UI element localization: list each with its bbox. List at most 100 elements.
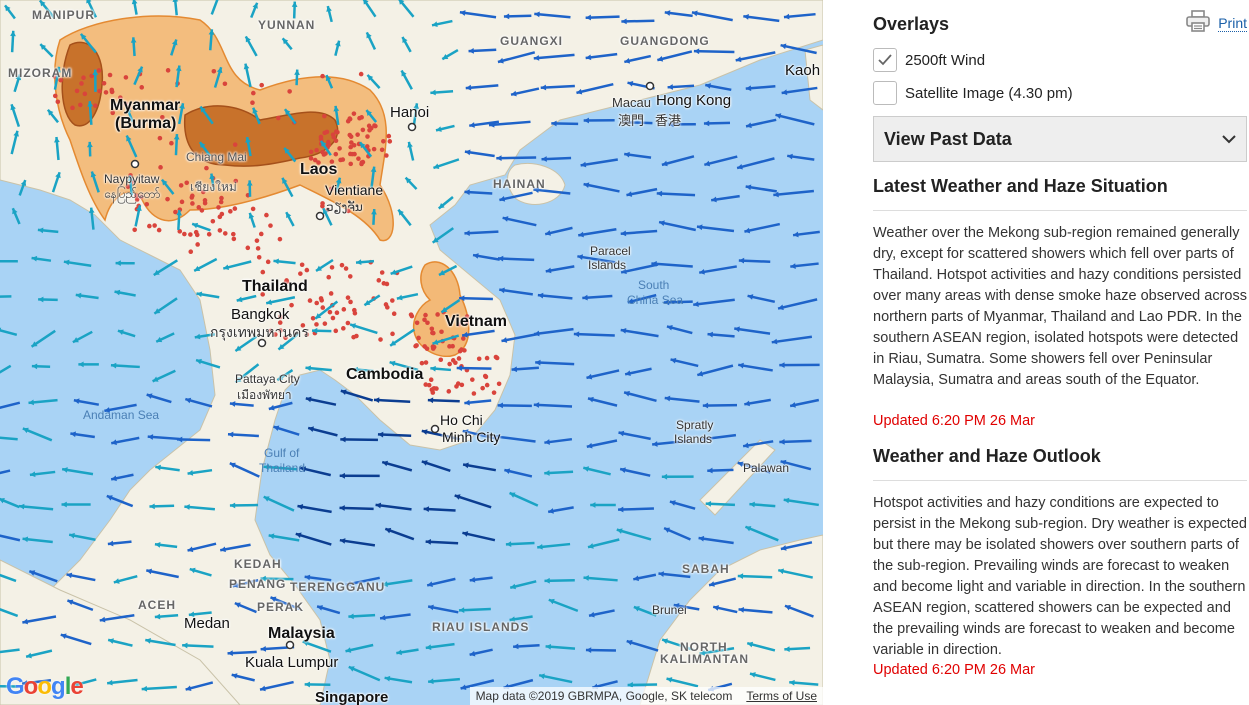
wind-arrow-head [511,366,518,373]
hotspot-dot [133,193,139,198]
hotspot-dot [341,307,347,312]
hotspot-dot [386,133,392,139]
hotspot-dot [152,223,157,228]
hotspot-dot [260,269,266,275]
wind-arrow [696,225,735,233]
wind-arrow [620,263,659,274]
wind-arrow [497,257,535,262]
overlay-satellite-toggle[interactable]: Satellite Image (4.30 pm) [873,81,1073,105]
hotspot-dot [413,343,418,349]
wind-arrow-head [668,121,674,128]
satellite-checkbox[interactable] [873,81,897,105]
wind-checkbox[interactable] [873,48,897,72]
print-label[interactable]: Print [1218,15,1247,32]
hotspot-dot [110,110,116,116]
wind-arrow-head [541,156,547,162]
hotspot-dot [284,278,289,283]
hotspot-dot [457,348,463,354]
hotspot-dot [348,134,354,139]
hotspot-dot [387,139,393,144]
hotspot-dot [217,228,223,233]
hotspot-dot [390,298,395,303]
weather-map[interactable]: MANIPUR MIZORAM YUNNAN GUANGXI GUANGDONG… [0,0,823,705]
hotspot-dot [426,382,432,388]
view-past-data-label[interactable]: View Past Data [884,129,1012,150]
hotspot-dot [343,266,349,271]
map-canvas[interactable] [0,0,823,705]
hotspot-dot [345,320,351,326]
wind-arrow [618,507,654,511]
hotspot-dot [471,391,477,396]
wind-arrow [658,220,697,232]
hotspot-dot [260,292,265,297]
hotspot-dot [408,312,414,317]
hotspot-dot [416,335,421,341]
overlay-wind-toggle[interactable]: 2500ft Wind [873,48,985,72]
wind-arrow-head [779,439,785,445]
wind-arrow [533,327,574,336]
wind-arrow-head [423,506,430,513]
hotspot-dot [169,140,174,146]
hotspot-dot [277,236,283,242]
hotspot-dot [480,385,485,391]
view-past-data-dropdown[interactable]: View Past Data [873,116,1247,162]
hotspot-dot [339,262,345,268]
hotspot-dot [232,206,238,211]
latest-updated-timestamp: Updated 6:20 PM 26 Mar [873,413,1036,429]
hotspot-dot [424,346,430,351]
hotspot-dot [268,328,274,334]
hotspot-dot [428,377,434,383]
printer-icon[interactable] [1186,10,1211,37]
wind-arrow-head [513,643,519,650]
wind-arrow-head [339,505,345,511]
wind-arrow-head [537,543,543,550]
hotspot-dot [216,205,221,210]
print-button[interactable]: Print [1186,10,1247,37]
hotspot-dot [147,223,152,229]
hotspot-dot [218,199,224,205]
wind-arrow [734,327,771,335]
map-attribution-text: Map data ©2019 GBRMPA, Google, SK teleco… [475,689,733,703]
hotspot-dot [447,344,452,349]
hotspot-dot [431,330,436,336]
hotspot-dot [325,142,331,147]
wind-arrow-head [618,506,624,513]
naypyitaw-marker [130,159,140,169]
wind-arrow [573,332,615,337]
hotspot-dot [494,355,500,361]
wind-arrow [775,113,815,126]
hotspot-dot [322,113,327,119]
wind-arrow-head [707,467,713,474]
wind-arrow [454,494,492,509]
hotspot-dot [231,236,237,242]
hotspot-dot [456,321,461,327]
hotspot-dot [351,142,357,148]
hotspot-dot [383,302,389,307]
wind-arrow [494,435,536,443]
hotspot-dot [156,227,162,233]
chevron-down-icon[interactable] [1222,134,1236,144]
hotspot-dot [354,333,359,339]
terms-of-use-link[interactable]: Terms of Use [746,689,817,703]
hotspot-dot [264,212,269,218]
hotspot-dot [250,206,256,212]
wind-arrow-head [31,363,38,370]
hotspot-dot [461,336,466,341]
hotspot-dot [454,384,459,389]
wind-overlay-label[interactable]: 2500ft Wind [905,52,985,69]
outlook-text: Hotspot activities and hazy conditions a… [873,495,1247,658]
wind-arrow [496,156,537,160]
hotspot-dot [232,142,238,147]
hotspot-dot [419,360,425,366]
wind-arrow [0,534,21,542]
wind-arrow-head [535,359,541,366]
wind-arrow [375,503,412,511]
hotspot-dot [74,88,80,94]
wind-arrow [0,364,12,374]
bangkok-marker [257,338,267,348]
satellite-overlay-label[interactable]: Satellite Image (4.30 pm) [905,85,1073,102]
wind-arrow [744,525,779,542]
hotspot-dot [496,381,502,387]
latest-situation-text: Weather over the Mekong sub-region remai… [873,225,1247,388]
wind-arrow-head [585,647,592,654]
